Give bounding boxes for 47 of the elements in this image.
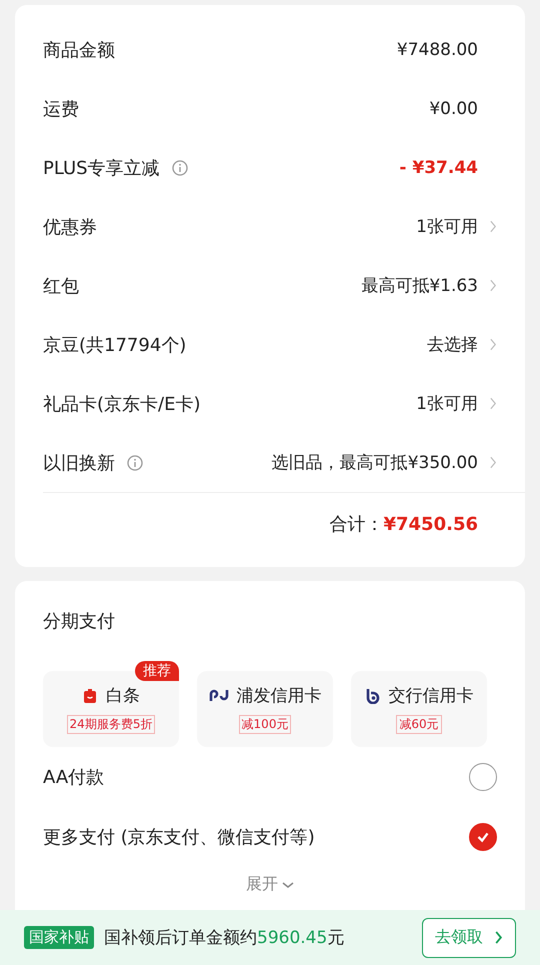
row-value[interactable]: 去选择	[427, 333, 478, 356]
row-value: ¥7488.00	[396, 40, 478, 60]
offer-tag: 24期服务费5折	[66, 715, 156, 734]
row-value[interactable]: 选旧品，最高可抵¥350.00	[272, 451, 478, 474]
row-label: 礼品卡(京东卡/E卡)	[43, 392, 200, 416]
radio-button[interactable]	[469, 823, 497, 851]
row-label: 优惠券	[43, 216, 97, 238]
offer-tag: 减100元	[238, 715, 292, 734]
option-label: AA付款	[43, 766, 104, 789]
chevron-icon	[495, 931, 503, 944]
subsidy-text: 国补领后订单金额约5960.45元	[104, 927, 344, 949]
row-label: PLUS专享立减	[43, 156, 160, 180]
row-value[interactable]: 最高可抵¥1.63	[361, 274, 478, 297]
chevron-icon[interactable]	[490, 220, 497, 233]
row-value: - ¥37.44	[399, 158, 478, 178]
row-label: 商品金额	[43, 38, 115, 62]
recommend-badge: 推荐	[135, 661, 179, 681]
bank-logo-icon	[364, 688, 380, 704]
row-value[interactable]: 1张可用	[416, 215, 478, 238]
total-value: ¥7450.56	[383, 514, 478, 534]
info-icon[interactable]	[172, 160, 188, 176]
payment-name: 白条	[106, 685, 140, 707]
expand-button[interactable]: 展开	[240, 873, 300, 896]
row-label: 以旧换新	[43, 452, 115, 474]
info-icon[interactable]	[127, 454, 143, 470]
subsidy-tag: 国家补贴	[24, 926, 94, 949]
radio-button[interactable]	[469, 763, 497, 791]
payment-name: 交行信用卡	[388, 685, 474, 707]
chevron-icon[interactable]	[490, 456, 497, 469]
total-label: 合计：	[329, 513, 384, 536]
bag-icon	[82, 688, 98, 704]
row-value[interactable]: 1张可用	[416, 392, 478, 415]
payment-method-card[interactable]: 交行信用卡 减60元	[351, 671, 487, 747]
row-label: 红包	[43, 274, 79, 298]
row-value: ¥0.00	[429, 98, 478, 118]
chevron-down-icon	[282, 880, 294, 888]
row-label: 京豆(共17794个)	[43, 334, 186, 356]
offer-tag: 减60元	[396, 715, 442, 734]
option-label: 更多支付 (京东支付、微信支付等)	[43, 826, 315, 849]
section-title: 分期支付	[43, 610, 116, 634]
bank-logo-icon	[208, 688, 228, 702]
chevron-icon[interactable]	[490, 338, 497, 351]
payment-method-card[interactable]: 浦发信用卡 减100元	[197, 671, 333, 747]
chevron-icon[interactable]	[490, 279, 497, 292]
payment-name: 浦发信用卡	[236, 685, 322, 707]
chevron-icon[interactable]	[490, 397, 497, 410]
row-label: 运费	[43, 98, 79, 120]
